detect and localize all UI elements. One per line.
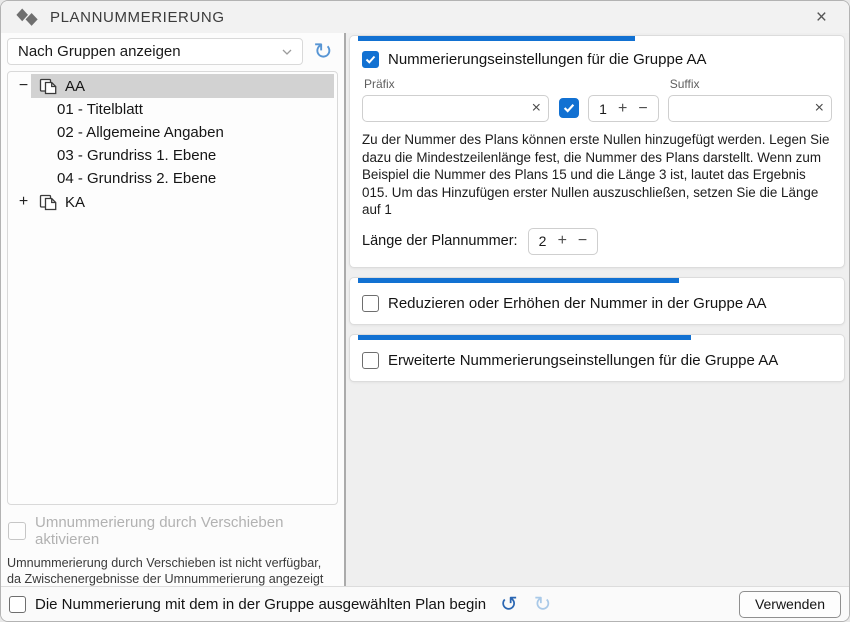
app-logo-icon xyxy=(15,7,41,27)
minus-icon[interactable]: − xyxy=(578,233,587,249)
layout-group-icon xyxy=(39,78,58,95)
plan-number-length-stepper: 2 + − xyxy=(528,228,599,255)
clear-icon[interactable]: × xyxy=(815,100,824,116)
tree-group-aa[interactable]: − AA xyxy=(8,74,337,98)
start-with-selected-plan-label: Die Nummerierung mit dem in der Gruppe a… xyxy=(35,596,486,613)
tree-group-label: AA xyxy=(65,78,85,95)
advanced-settings-title: Erweiterte Nummerierungseinstellungen fü… xyxy=(388,352,778,369)
tree-group-ka[interactable]: + KA xyxy=(8,190,337,214)
redo-icon[interactable]: ↻ xyxy=(534,594,552,615)
right-panel: Nummerierungseinstellungen für die Grupp… xyxy=(346,33,849,586)
length-value[interactable]: 2 xyxy=(539,233,547,249)
tree-item-plan[interactable]: 02 - Allgemeine Angaben xyxy=(8,121,337,144)
reduce-increase-checkbox[interactable] xyxy=(362,295,379,312)
plan-numbering-dialog: PLANNUMMERIERUNG × Nach Gruppen anzeigen… xyxy=(0,0,850,622)
chevron-down-icon xyxy=(282,49,292,55)
step-checkbox[interactable] xyxy=(559,98,579,118)
group-view-select-value: Nach Gruppen anzeigen xyxy=(18,43,181,60)
advanced-settings-checkbox[interactable] xyxy=(362,352,379,369)
tree-item-plan[interactable]: 03 - Grundriss 1. Ebene xyxy=(8,144,337,167)
main-area: Nach Gruppen anzeigen ↻ − xyxy=(1,33,849,586)
accent-bar xyxy=(358,36,635,41)
accent-bar xyxy=(358,278,679,283)
tree-item-plan[interactable]: 04 - Grundriss 2. Ebene xyxy=(8,167,337,190)
numbering-settings-checkbox[interactable] xyxy=(362,51,379,68)
prefix-label: Präfix xyxy=(364,77,549,91)
tree-group-label: KA xyxy=(65,194,85,211)
left-panel: Nach Gruppen anzeigen ↻ − xyxy=(1,33,344,586)
suffix-input[interactable] xyxy=(668,95,832,122)
tree-group-aa-row[interactable]: AA xyxy=(31,74,334,98)
layout-group-icon xyxy=(39,194,58,211)
move-renumber-label: Umnummerierung durch Verschieben aktivie… xyxy=(35,514,338,548)
plus-icon[interactable]: + xyxy=(558,233,567,249)
dialog-title: PLANNUMMERIERUNG xyxy=(50,9,225,26)
group-view-select[interactable]: Nach Gruppen anzeigen xyxy=(7,38,303,65)
numbering-settings-card: Nummerierungseinstellungen für die Grupp… xyxy=(349,35,845,268)
step-stepper: 1 + − xyxy=(588,95,659,122)
move-renumber-checkbox xyxy=(8,522,26,540)
reduce-increase-title: Reduzieren oder Erhöhen der Nummer in de… xyxy=(388,295,767,312)
undo-icon[interactable]: ↺ xyxy=(500,594,518,615)
prefix-input[interactable] xyxy=(362,95,549,122)
start-with-selected-plan-checkbox[interactable] xyxy=(9,596,26,613)
collapse-icon[interactable]: − xyxy=(16,77,31,95)
tree-group-ka-row[interactable]: KA xyxy=(31,190,334,214)
footer-bar: Die Nummerierung mit dem in der Gruppe a… xyxy=(1,586,849,621)
suffix-label: Suffix xyxy=(670,77,832,91)
accent-bar xyxy=(358,335,691,340)
advanced-settings-card: Erweiterte Nummerierungseinstellungen fü… xyxy=(349,334,845,382)
leading-zeros-description: Zu der Nummer des Plans können erste Nul… xyxy=(362,131,832,219)
minus-icon[interactable]: − xyxy=(638,101,647,117)
plus-icon[interactable]: + xyxy=(618,101,627,117)
title-bar: PLANNUMMERIERUNG × xyxy=(1,1,849,33)
close-icon[interactable]: × xyxy=(808,6,835,29)
tree-item-plan[interactable]: 01 - Titelblatt xyxy=(8,98,337,121)
plan-number-length-label: Länge der Plannummer: xyxy=(362,233,518,249)
apply-button[interactable]: Verwenden xyxy=(739,591,841,618)
numbering-settings-title: Nummerierungseinstellungen für die Grupp… xyxy=(388,51,707,68)
plan-tree: − AA 01 - Titelblatt 02 - Allgeme xyxy=(7,71,338,505)
refresh-icon[interactable]: ↻ xyxy=(308,40,338,63)
clear-icon[interactable]: × xyxy=(532,100,541,116)
expand-icon[interactable]: + xyxy=(16,193,31,211)
reduce-increase-card: Reduzieren oder Erhöhen der Nummer in de… xyxy=(349,277,845,325)
step-value[interactable]: 1 xyxy=(599,101,607,117)
